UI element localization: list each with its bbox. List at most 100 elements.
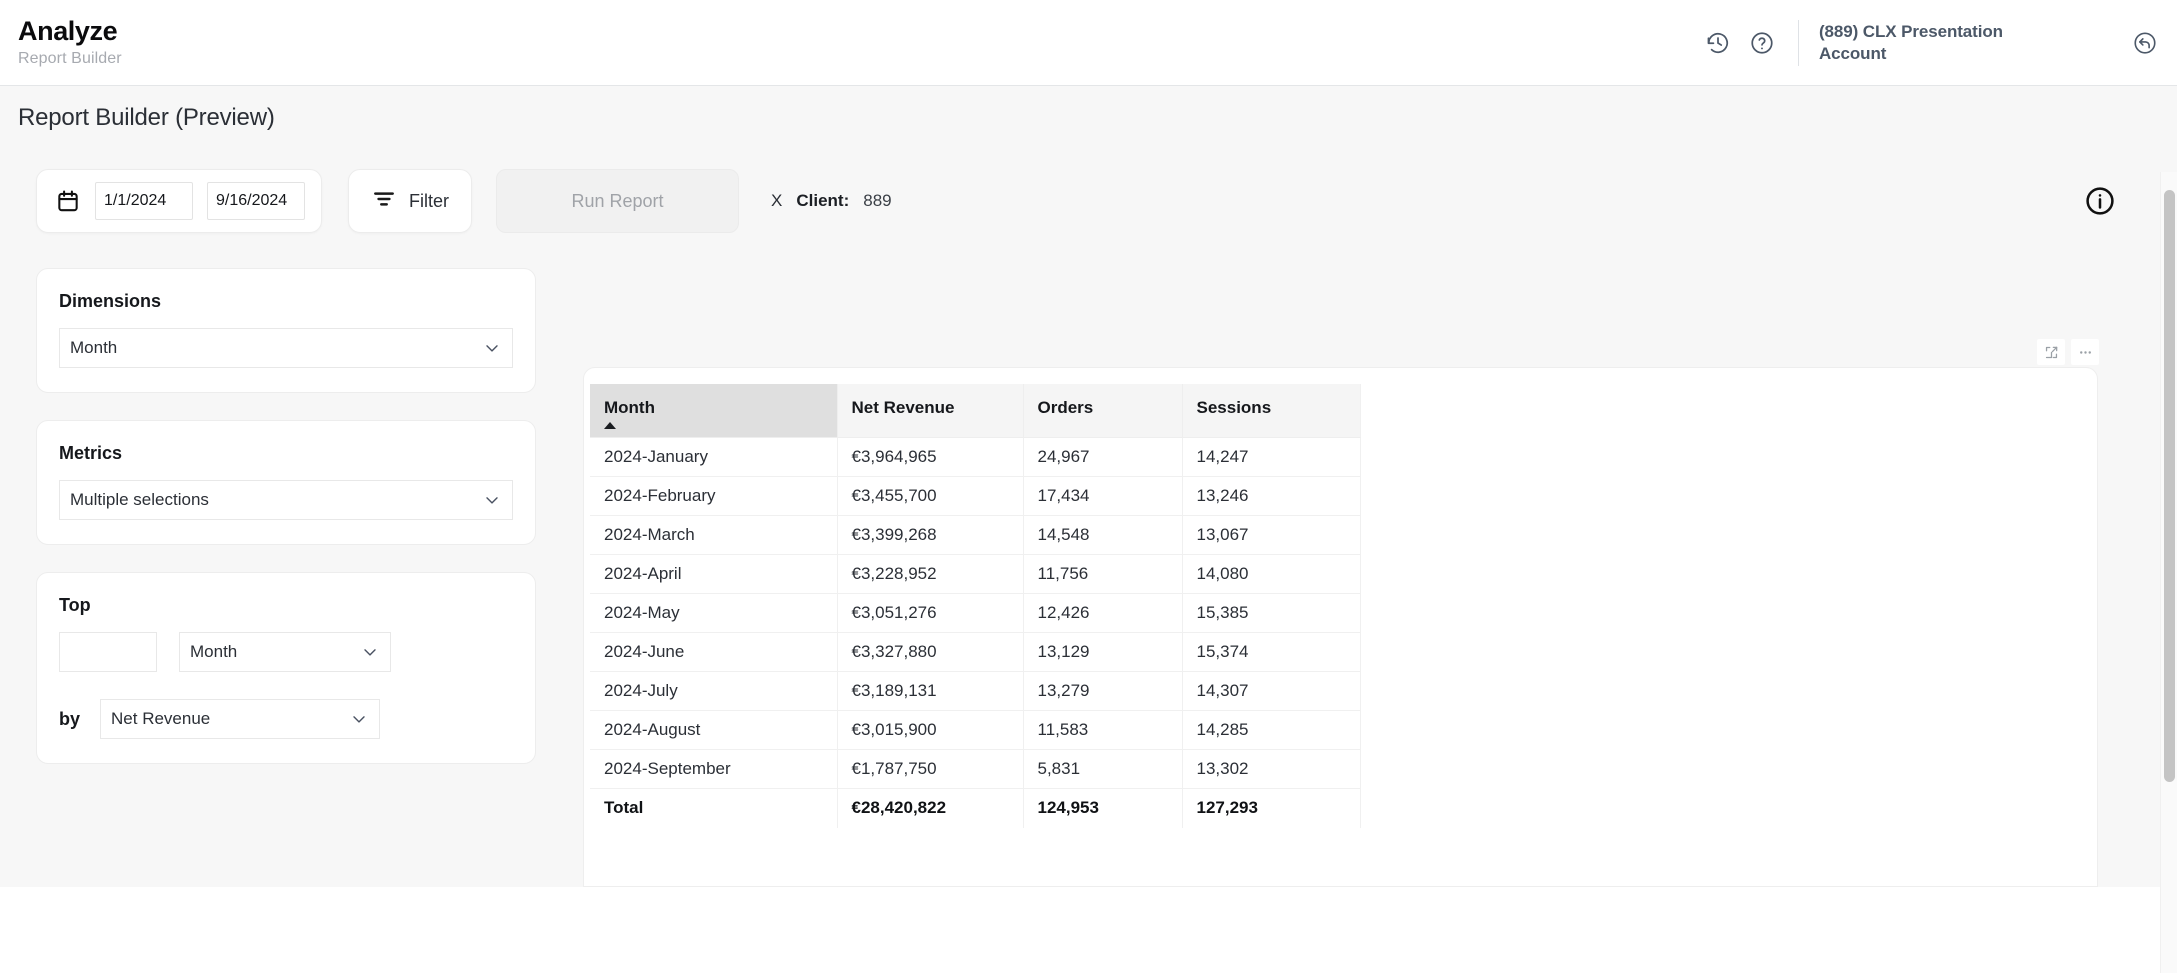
table-row[interactable]: 2024-July €3,189,131 13,279 14,307 — [590, 671, 1361, 711]
filter-icon — [371, 186, 397, 217]
expand-icon[interactable] — [2037, 339, 2065, 365]
cell-net-revenue: €1,787,750 — [837, 749, 1024, 789]
top-title: Top — [59, 595, 91, 615]
table-row[interactable]: 2024-January €3,964,965 24,967 14,247 — [590, 437, 1361, 477]
help-icon[interactable] — [1740, 21, 1784, 65]
config-sidebar: Dimensions Month Metrics Multiple select… — [36, 268, 536, 791]
cell-month: 2024-January — [590, 437, 838, 477]
table-head: Month Net Revenue Orders Sessions — [590, 384, 1361, 438]
app-subtitle: Report Builder — [18, 50, 122, 68]
cell-orders: 5,831 — [1023, 749, 1183, 789]
app-title: Analyze — [18, 15, 118, 46]
table-row[interactable]: 2024-June €3,327,880 13,129 15,374 — [590, 632, 1361, 672]
table-row[interactable]: 2024-September €1,787,750 5,831 13,302 — [590, 749, 1361, 789]
date-range-picker[interactable] — [36, 169, 322, 233]
table-body: 2024-January €3,964,965 24,967 14,247 20… — [590, 437, 1361, 828]
column-header-sessions[interactable]: Sessions — [1182, 384, 1361, 438]
cell-month: 2024-June — [590, 632, 838, 672]
page-scrollbar-thumb[interactable] — [2164, 190, 2175, 782]
cell-net-revenue: €3,189,131 — [837, 671, 1024, 711]
cell-month: 2024-February — [590, 476, 838, 516]
page-body: Report Builder (Preview) 1/1/2024 9/16/2… — [0, 86, 2177, 973]
cell-sessions: 13,302 — [1182, 749, 1361, 789]
sort-ascending-icon — [604, 422, 616, 429]
cell-sessions: 13,246 — [1182, 476, 1361, 516]
cell-net-revenue: €3,051,276 — [837, 593, 1024, 633]
page-title: Report Builder (Preview) — [18, 104, 275, 131]
cell-total-orders: 124,953 — [1023, 788, 1183, 828]
chevron-down-icon — [482, 338, 502, 358]
cell-orders: 17,434 — [1023, 476, 1183, 516]
top-dimension-select[interactable]: Month — [179, 632, 391, 672]
cell-orders: 14,548 — [1023, 515, 1183, 555]
filter-button-label: Filter — [409, 190, 449, 211]
cell-net-revenue: €3,455,700 — [837, 476, 1024, 516]
undo-icon[interactable] — [2125, 23, 2165, 63]
cell-orders: 12,426 — [1023, 593, 1183, 633]
history-icon[interactable] — [1696, 21, 1740, 65]
cell-sessions: 14,285 — [1182, 710, 1361, 750]
account-label[interactable]: (889) CLX Presentation Account — [1819, 21, 2029, 64]
top-by-row: by Net Revenue — [59, 699, 513, 739]
top-by-select[interactable]: Net Revenue — [100, 699, 381, 739]
cell-net-revenue: €3,015,900 — [837, 710, 1024, 750]
calendar-icon — [55, 188, 81, 214]
info-circle-icon[interactable] — [2080, 181, 2120, 221]
metrics-title: Metrics — [59, 443, 123, 463]
top-by-value: Net Revenue — [111, 709, 211, 728]
start-date-input[interactable] — [95, 182, 193, 220]
cell-orders: 13,129 — [1023, 632, 1183, 672]
cell-net-revenue: €3,327,880 — [837, 632, 1024, 672]
table-row[interactable]: 2024-August €3,015,900 11,583 14,285 — [590, 710, 1361, 750]
column-header-month[interactable]: Month — [590, 384, 838, 438]
cell-total-net-revenue: €28,420,822 — [837, 788, 1024, 828]
cell-month: 2024-September — [590, 749, 838, 789]
dimensions-select[interactable]: Month — [59, 328, 513, 368]
cell-month: 2024-May — [590, 593, 838, 633]
column-header-net-revenue[interactable]: Net Revenue — [837, 384, 1024, 438]
cell-orders: 13,279 — [1023, 671, 1183, 711]
page-scrollbar-track[interactable] — [2160, 172, 2177, 973]
table-total-row: Total €28,420,822 124,953 127,293 — [590, 788, 1361, 828]
cell-sessions: 14,247 — [1182, 437, 1361, 477]
end-date-input[interactable] — [207, 182, 305, 220]
chevron-down-icon — [349, 709, 369, 729]
cell-total-label: Total — [590, 788, 838, 828]
cell-sessions: 15,385 — [1182, 593, 1361, 633]
column-header-orders[interactable]: Orders — [1023, 384, 1183, 438]
report-card: Month Net Revenue Orders Sessions 2024-J… — [583, 367, 2098, 887]
cell-month: 2024-August — [590, 710, 838, 750]
top-dimension-value: Month — [190, 642, 238, 661]
chip-key: Client: — [796, 191, 850, 210]
metrics-select[interactable]: Multiple selections — [59, 480, 513, 520]
dimensions-select-value: Month — [70, 338, 118, 357]
cell-net-revenue: €3,399,268 — [837, 515, 1024, 555]
cell-sessions: 15,374 — [1182, 632, 1361, 672]
cell-net-revenue: €3,964,965 — [837, 437, 1024, 477]
cell-total-sessions: 127,293 — [1182, 788, 1361, 828]
table-row[interactable]: 2024-April €3,228,952 11,756 14,080 — [590, 554, 1361, 594]
report-card-tools — [2037, 339, 2099, 365]
more-options-icon[interactable] — [2071, 339, 2099, 365]
dimensions-title: Dimensions — [59, 291, 162, 311]
table-row[interactable]: 2024-February €3,455,700 17,434 13,246 — [590, 476, 1361, 516]
cell-month: 2024-March — [590, 515, 838, 555]
report-table: Month Net Revenue Orders Sessions 2024-J… — [590, 384, 1361, 828]
by-label: by — [59, 708, 81, 729]
table-header-row: Month Net Revenue Orders Sessions — [590, 384, 1361, 438]
top-row: Month — [59, 632, 513, 672]
filter-button[interactable]: Filter — [348, 169, 472, 233]
cell-net-revenue: €3,228,952 — [837, 554, 1024, 594]
table-row[interactable]: 2024-March €3,399,268 14,548 13,067 — [590, 515, 1361, 555]
table-row[interactable]: 2024-May €3,051,276 12,426 15,385 — [590, 593, 1361, 633]
dimensions-panel: Dimensions Month — [36, 268, 536, 393]
cell-orders: 11,756 — [1023, 554, 1183, 594]
remove-chip-icon[interactable]: X — [771, 191, 782, 211]
app-header: Analyze Report Builder (889) CLX Present… — [0, 0, 2177, 86]
column-header-label: Month — [604, 398, 655, 417]
cell-month: 2024-July — [590, 671, 838, 711]
client-filter-chip: X Client: 889 — [771, 191, 892, 211]
run-report-button[interactable]: Run Report — [496, 169, 739, 233]
top-count-input[interactable] — [59, 632, 157, 672]
brand: Analyze Report Builder — [18, 15, 122, 68]
